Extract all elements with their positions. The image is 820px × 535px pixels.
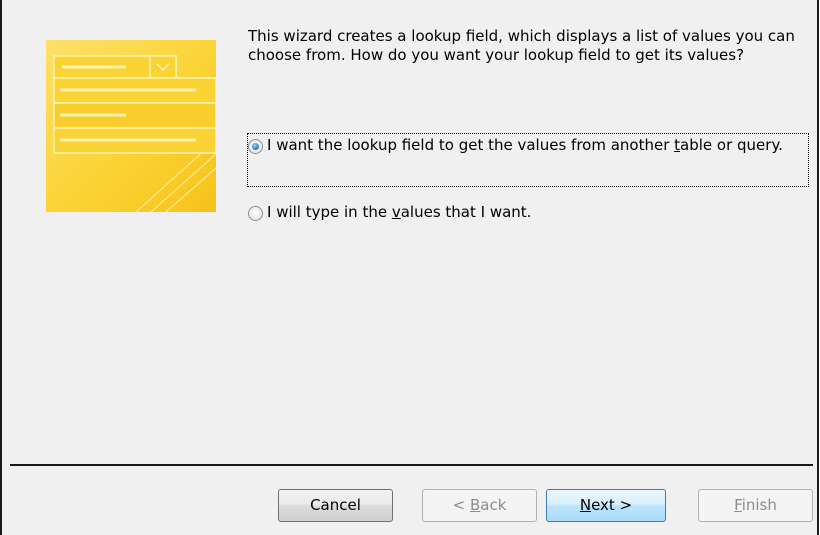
option-from-table-or-query[interactable]: I want the lookup field to get the value… <box>247 133 809 187</box>
lookup-wizard-illustration <box>46 40 216 212</box>
back-button[interactable]: < Back <box>422 489 537 522</box>
radio-button-unselected-icon[interactable] <box>248 206 263 221</box>
finish-button[interactable]: Finish <box>698 489 813 522</box>
cancel-button[interactable]: Cancel <box>278 489 393 522</box>
radio-button-selected-icon[interactable] <box>248 139 263 154</box>
wizard-dialog: This wizard creates a lookup field, whic… <box>0 0 819 535</box>
next-button[interactable]: Next > <box>546 489 666 522</box>
option-type-values[interactable]: I will type in the values that I want. <box>248 203 808 222</box>
wizard-intro-text: This wizard creates a lookup field, whic… <box>248 27 795 64</box>
footer-divider <box>10 464 813 466</box>
option-type-values-label[interactable]: I will type in the values that I want. <box>267 203 531 222</box>
option-from-table-or-query-label[interactable]: I want the lookup field to get the value… <box>267 136 797 155</box>
